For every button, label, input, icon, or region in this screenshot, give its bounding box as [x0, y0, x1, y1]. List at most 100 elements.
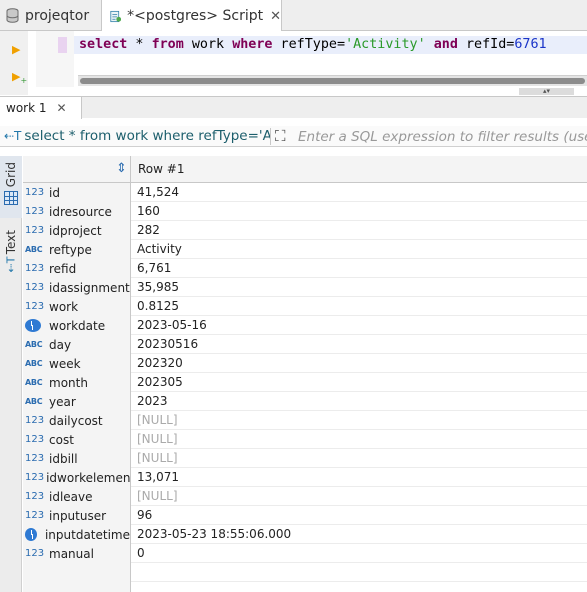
- editor-gutter: ▶ ▶+: [0, 31, 28, 95]
- table-row[interactable]: 123 idleave [NULL]: [23, 487, 587, 506]
- attribute-name-cell[interactable]: 123 refid: [23, 259, 131, 278]
- scrollbar-thumb[interactable]: [80, 78, 585, 84]
- value-cell[interactable]: 20230516: [132, 335, 198, 354]
- table-row[interactable]: ABC month 202305: [23, 373, 587, 392]
- sql-editor[interactable]: ▶ ▶+ select * from work where refType='A…: [0, 31, 587, 95]
- table-row[interactable]: inputdatetime 2023-05-23 18:55:06.000: [23, 525, 587, 544]
- value-cell[interactable]: Activity: [132, 240, 182, 259]
- table-row[interactable]: 123 id 41,524: [23, 183, 587, 202]
- attribute-name-cell[interactable]: ABC year: [23, 392, 131, 411]
- table-row[interactable]: ABC year 2023: [23, 392, 587, 411]
- table-row[interactable]: 123 work 0.8125: [23, 297, 587, 316]
- table-row[interactable]: ABC reftype Activity: [23, 240, 587, 259]
- table-row[interactable]: 123 idproject 282: [23, 221, 587, 240]
- attribute-name-cell[interactable]: 123 idleave: [23, 487, 131, 506]
- panel-resize-handle[interactable]: ▴▾: [519, 88, 574, 95]
- value-cell[interactable]: 2023-05-16: [132, 316, 207, 335]
- attribute-name-cell[interactable]: ABC day: [23, 335, 131, 354]
- table-row[interactable]: 123 manual 0: [23, 544, 587, 563]
- numeric-type-icon: 123: [25, 472, 45, 483]
- table-row[interactable]: 123 dailycost [NULL]: [23, 411, 587, 430]
- numeric-type-icon: 123: [25, 453, 45, 464]
- sort-icon[interactable]: ⇕: [116, 161, 127, 176]
- attribute-name-cell[interactable]: 123 idbill: [23, 449, 131, 468]
- table-row[interactable]: 123 idbill [NULL]: [23, 449, 587, 468]
- value-cell[interactable]: 35,985: [132, 278, 179, 297]
- value-cell[interactable]: 96: [132, 506, 152, 525]
- value-cell[interactable]: 6,761: [132, 259, 171, 278]
- sql-token: work: [183, 37, 233, 52]
- attribute-name-cell[interactable]: workdate: [23, 316, 131, 335]
- column-header-row-1[interactable]: Row #1: [132, 156, 184, 183]
- attribute-name-cell[interactable]: 123 work: [23, 297, 131, 316]
- sql-code-line[interactable]: select * from work where refType='Activi…: [79, 37, 547, 52]
- results-tab-label: work 1: [6, 101, 47, 115]
- value-cell[interactable]: [NULL]: [132, 430, 178, 449]
- sql-token: *: [127, 37, 152, 52]
- value-cell[interactable]: 202320: [132, 354, 183, 373]
- close-icon[interactable]: ✕: [57, 101, 67, 115]
- attribute-name-cell[interactable]: 123 idproject: [23, 221, 131, 240]
- attribute-name-cell[interactable]: 123 manual: [23, 544, 131, 563]
- sql-token: select: [79, 37, 128, 52]
- execute-statement-icon[interactable]: ▶: [12, 43, 20, 56]
- attribute-name-cell[interactable]: ABC reftype: [23, 240, 131, 259]
- editor-tab-bar: projeqtor *<postgres> Script ✕: [0, 0, 587, 32]
- value-cell[interactable]: 202305: [132, 373, 183, 392]
- table-row[interactable]: 123 inputuser 96: [23, 506, 587, 525]
- empty-row: [23, 563, 587, 582]
- numeric-type-icon: 123: [25, 206, 45, 217]
- text-type-icon: ABC: [25, 245, 43, 254]
- value-cell[interactable]: 41,524: [132, 183, 179, 202]
- attribute-name-cell[interactable]: 123 cost: [23, 430, 131, 449]
- attribute-name-cell[interactable]: 123 idresource: [23, 202, 131, 221]
- table-row[interactable]: 123 idresource 160: [23, 202, 587, 221]
- tab-grid-view[interactable]: Grid: [0, 156, 22, 218]
- expand-icon[interactable]: ⛶: [275, 126, 286, 147]
- filter-expression-input[interactable]: [298, 126, 587, 147]
- close-icon[interactable]: ✕: [270, 9, 281, 24]
- table-row[interactable]: workdate 2023-05-16: [23, 316, 587, 335]
- value-cell[interactable]: [NULL]: [132, 411, 178, 430]
- value-cell[interactable]: 2023-05-23 18:55:06.000: [132, 525, 291, 544]
- table-row[interactable]: ABC day 20230516: [23, 335, 587, 354]
- table-row[interactable]: 123 cost [NULL]: [23, 430, 587, 449]
- value-cell[interactable]: [NULL]: [132, 487, 178, 506]
- table-row[interactable]: 123 refid 6,761: [23, 259, 587, 278]
- value-cell[interactable]: 282: [132, 221, 160, 240]
- attribute-name-cell[interactable]: 123 id: [23, 183, 131, 202]
- active-query-display[interactable]: ⇠Tselect * from work where refType='Acti…: [4, 126, 270, 147]
- text-type-icon: ABC: [25, 378, 43, 387]
- attribute-name: day: [49, 337, 72, 352]
- attribute-name: work: [49, 299, 79, 314]
- attribute-name: workdate: [49, 318, 106, 333]
- execute-script-icon[interactable]: ▶+: [12, 70, 27, 85]
- value-cell[interactable]: 13,071: [132, 468, 179, 487]
- results-grid: ⇕ Row #1 123 id 41,524 123 idresource 160 123 i…: [23, 156, 587, 592]
- tab-script-label: *<postgres> Script: [127, 8, 264, 24]
- attribute-name-cell[interactable]: ABC week: [23, 354, 131, 373]
- tab-projeqtor[interactable]: projeqtor: [0, 0, 100, 31]
- attribute-name-cell[interactable]: 123 idworkelement: [23, 468, 131, 487]
- text-type-icon: ABC: [25, 340, 43, 349]
- value-cell[interactable]: 2023: [132, 392, 168, 411]
- attribute-name-cell[interactable]: ABC month: [23, 373, 131, 392]
- table-row[interactable]: 123 idworkelement 13,071: [23, 468, 587, 487]
- value-cell[interactable]: 160: [132, 202, 160, 221]
- tab-text-view[interactable]: Text ⇠T: [0, 224, 22, 278]
- table-row[interactable]: 123 idassignment 35,985: [23, 278, 587, 297]
- attribute-name-cell[interactable]: inputdatetime: [23, 525, 131, 544]
- grid-filler: [23, 582, 131, 592]
- attribute-name-cell[interactable]: 123 idassignment: [23, 278, 131, 297]
- filter-divider: [270, 128, 271, 145]
- tab-results-work-1[interactable]: work 1 ✕: [0, 97, 82, 119]
- value-cell[interactable]: 0.8125: [132, 297, 179, 316]
- value-cell[interactable]: [NULL]: [132, 449, 178, 468]
- attribute-name-cell[interactable]: 123 dailycost: [23, 411, 131, 430]
- value-cell[interactable]: 0: [132, 544, 145, 563]
- table-row[interactable]: ABC week 202320: [23, 354, 587, 373]
- editor-horizontal-scrollbar[interactable]: [78, 75, 587, 86]
- attribute-name-cell[interactable]: 123 inputuser: [23, 506, 131, 525]
- tab-postgres-script[interactable]: *<postgres> Script ✕: [101, 0, 282, 32]
